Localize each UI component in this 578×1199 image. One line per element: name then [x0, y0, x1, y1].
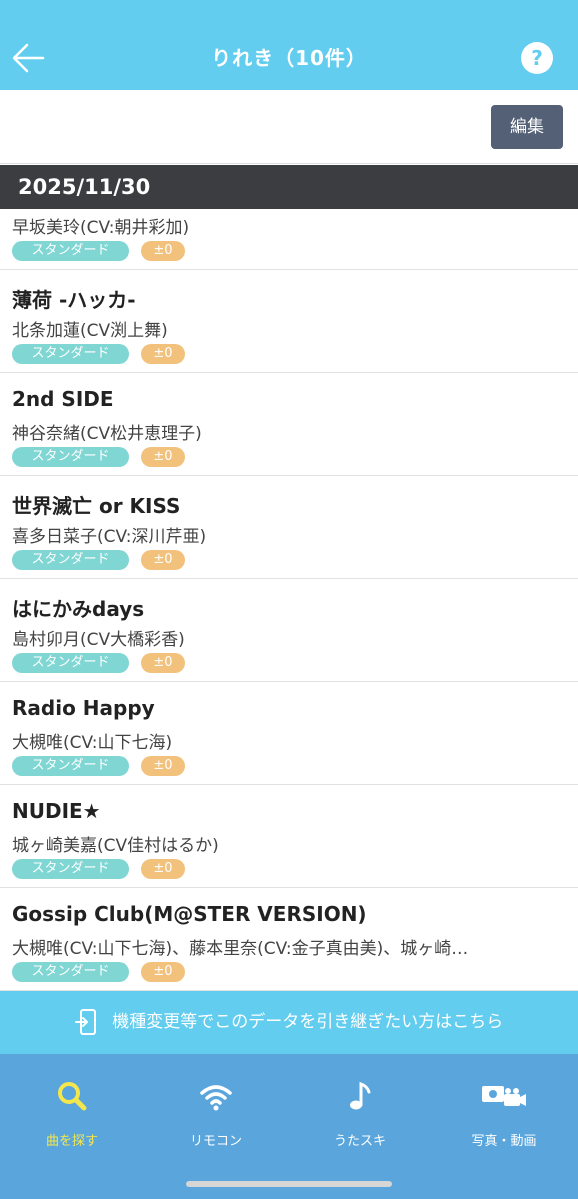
song-artist: 城ヶ崎美嘉(CV佳村はるか)	[12, 836, 219, 856]
song-title: Gossip Club(M@STER VERSION)	[12, 902, 367, 926]
key-badge: ±0	[141, 756, 185, 776]
song-artist: 神谷奈緒(CV松井恵理子)	[12, 424, 202, 444]
camera-video-icon	[482, 1086, 526, 1106]
help-button[interactable]: ?	[521, 42, 553, 74]
tab-search-songs[interactable]: 曲を探す	[0, 1076, 144, 1176]
edit-button[interactable]: 編集	[491, 105, 563, 149]
key-badge: ±0	[141, 550, 185, 570]
song-title: NUDIE★	[12, 799, 101, 823]
song-artist: 大槻唯(CV:山下七海)、藤本里奈(CV:金子真由美)、城ヶ崎…	[12, 939, 469, 959]
song-title: Radio Happy	[12, 696, 155, 720]
type-badge: スタンダード	[12, 756, 129, 776]
song-title: 世界滅亡 or KISS	[12, 494, 181, 518]
tab-label: 写真・動画	[471, 1134, 537, 1149]
data-transfer-label: 機種変更等でこのデータを引き継ぎたい方はこちら	[112, 1012, 504, 1032]
app-header: りれき（10件） ?	[0, 0, 578, 90]
type-badge: スタンダード	[12, 550, 129, 570]
history-item[interactable]: 世界滅亡 or KISS 喜多日菜子(CV:深川芹亜) スタンダード ±0	[0, 476, 578, 579]
song-title: はにかみdays	[12, 597, 145, 621]
key-badge: ±0	[141, 241, 185, 261]
type-badge: スタンダード	[12, 653, 129, 673]
type-badge: スタンダード	[12, 344, 129, 364]
page-title: りれき（10件）	[211, 46, 367, 70]
key-badge: ±0	[141, 653, 185, 673]
history-item[interactable]: Gossip Club(M@STER VERSION) 大槻唯(CV:山下七海)…	[0, 888, 578, 991]
key-badge: ±0	[141, 859, 185, 879]
song-artist: 大槻唯(CV:山下七海)	[12, 733, 173, 753]
history-item[interactable]: Radio Happy 大槻唯(CV:山下七海) スタンダード ±0	[0, 682, 578, 785]
history-item[interactable]: 薄荷 -ハッカ- 北条加蓮(CV渕上舞) スタンダード ±0	[0, 270, 578, 373]
toolbar: 編集	[0, 90, 578, 164]
tab-favorite-songs[interactable]: うたスキ	[288, 1076, 432, 1176]
history-item[interactable]: 早坂美玲(CV:朝井彩加) スタンダード ±0	[0, 209, 578, 270]
phone-transfer-icon	[74, 1009, 96, 1035]
song-artist: 喜多日菜子(CV:深川芹亜)	[12, 527, 207, 547]
tab-label: リモコン	[189, 1134, 242, 1149]
song-artist: 北条加蓮(CV渕上舞)	[12, 321, 168, 341]
key-badge: ±0	[141, 344, 185, 364]
song-title: 2nd SIDE	[12, 387, 114, 411]
history-list: 早坂美玲(CV:朝井彩加) スタンダード ±0 薄荷 -ハッカ- 北条加蓮(CV…	[0, 209, 578, 991]
type-badge: スタンダード	[12, 962, 129, 982]
tab-photo-video[interactable]: 写真・動画	[432, 1076, 576, 1176]
type-badge: スタンダード	[12, 859, 129, 879]
key-badge: ±0	[141, 447, 185, 467]
type-badge: スタンダード	[12, 447, 129, 467]
song-artist: 島村卯月(CV大橋彩香)	[12, 630, 185, 650]
date-section-header: 2025/11/30	[0, 165, 578, 209]
wifi-icon	[200, 1085, 232, 1111]
search-icon	[58, 1082, 87, 1111]
history-item[interactable]: 2nd SIDE 神谷奈緒(CV松井恵理子) スタンダード ±0	[0, 373, 578, 476]
music-note-icon	[350, 1081, 371, 1110]
song-artist: 早坂美玲(CV:朝井彩加)	[12, 218, 190, 238]
bottom-tab-bar: 曲を探す リモコン うたスキ 写真・動画	[0, 1054, 578, 1199]
tab-label: 曲を探す	[45, 1134, 98, 1149]
home-indicator	[186, 1181, 392, 1187]
history-item[interactable]: NUDIE★ 城ヶ崎美嘉(CV佳村はるか) スタンダード ±0	[0, 785, 578, 888]
tab-remote[interactable]: リモコン	[144, 1076, 288, 1176]
data-transfer-link[interactable]: 機種変更等でこのデータを引き継ぎたい方はこちら	[0, 991, 578, 1054]
type-badge: スタンダード	[12, 241, 129, 261]
song-title: 薄荷 -ハッカ-	[12, 288, 136, 312]
tab-label: うたスキ	[333, 1134, 386, 1149]
key-badge: ±0	[141, 962, 185, 982]
history-item[interactable]: はにかみdays 島村卯月(CV大橋彩香) スタンダード ±0	[0, 579, 578, 682]
